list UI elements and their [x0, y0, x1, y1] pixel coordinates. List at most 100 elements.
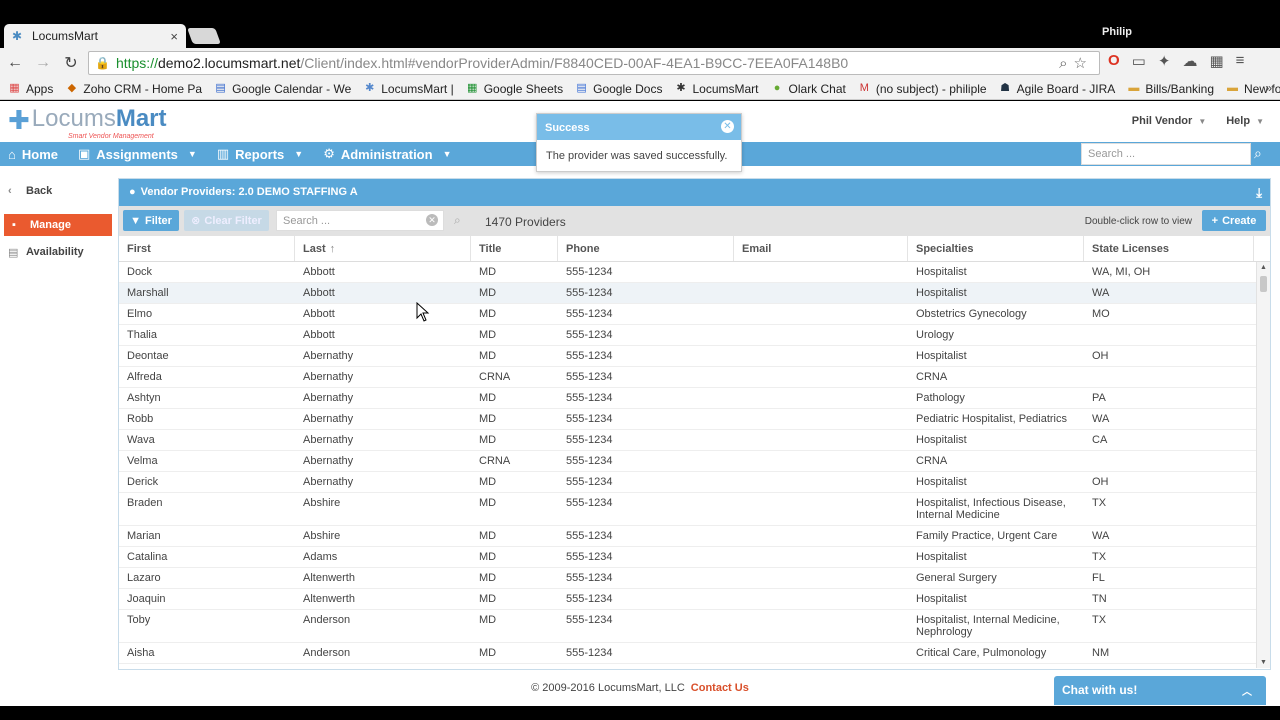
table-row[interactable]: Ashtyn Abernathy MD 555-1234 Pathology PA [119, 388, 1270, 409]
clear-filter-button[interactable]: ⊗ Clear Filter [184, 210, 269, 231]
table-row[interactable]: Lazaro Altenwerth MD 555-1234 General Surger… [119, 568, 1270, 589]
table-row[interactable]: Marshall Abbott MD 555-1234 Hospitalist WA [119, 283, 1270, 304]
table-row[interactable]: Dock Abbott MD 555-1234 Hospitalist WA, MI, O… [119, 262, 1270, 283]
browser-user-name[interactable]: Philip [1102, 26, 1132, 38]
cell-title: MD [479, 287, 497, 299]
bookmark-item[interactable]: ▦ Google Sheets [466, 82, 563, 96]
contact-us-link[interactable]: Contact Us [691, 682, 749, 694]
table-row[interactable]: Elmo Abbott MD 555-1234 Obstetrics Gynecolog… [119, 304, 1270, 325]
bookmark-item[interactable]: ◆ Zoho CRM - Home Pa [65, 82, 202, 96]
locumsmart-favicon-icon: ✱ [12, 29, 23, 43]
grid-search-input[interactable]: Search ... ✕ [276, 210, 444, 231]
cell-phone: 555-1234 [566, 266, 613, 278]
bookmark-item[interactable]: ▦ Apps [8, 82, 53, 96]
table-row[interactable]: Thalia Abbott MD 555-1234 Urology [119, 325, 1270, 346]
grid-scrollbar[interactable]: ▲ ▼ [1256, 262, 1270, 668]
reload-icon[interactable]: ↻ [58, 53, 84, 73]
grid-header: First Last ↑ Title Phone Email Specialties Stat… [119, 236, 1270, 262]
bookmark-item[interactable]: ☗ Agile Board - JIRA [999, 82, 1115, 96]
opera-extension-icon[interactable]: O [1108, 52, 1120, 70]
chevron-up-icon[interactable]: ︿ [1242, 683, 1252, 698]
nav-assignments[interactable]: ▣ Assignments ▼ [78, 146, 197, 162]
gear-icon: ⚙ [323, 146, 335, 161]
nav-home[interactable]: ⌂ Home [8, 147, 58, 162]
bookmark-item[interactable]: ● Olark Chat [771, 82, 846, 96]
extension-icon[interactable]: ✦ [1158, 52, 1171, 70]
cell-last: Abbott [303, 329, 335, 341]
nav-administration[interactable]: ⚙ Administration ▼ [323, 146, 451, 162]
zoom-search-icon[interactable]: ⌕ [1059, 55, 1073, 72]
nav-reports[interactable]: ▥ Reports ▼ [217, 146, 303, 162]
sidebar-item-back[interactable]: ‹ Back [0, 180, 115, 202]
column-header-first[interactable]: First [119, 236, 295, 261]
chat-label: Chat with us! [1062, 683, 1138, 697]
create-button[interactable]: + Create [1202, 210, 1266, 231]
table-row[interactable]: Robb Abernathy MD 555-1234 Pediatric Hospita… [119, 409, 1270, 430]
cell-specialties: Hospitalist [916, 476, 967, 488]
cell-state-licenses: OH [1092, 350, 1109, 362]
table-row[interactable]: Alfreda Abernathy CRNA 555-1234 CRNA [119, 367, 1270, 388]
column-header-specialties[interactable]: Specialties [908, 236, 1084, 261]
user-menu[interactable]: Phil Vendor ▼ [1132, 115, 1206, 127]
search-icon[interactable]: ⌕ [1254, 145, 1262, 162]
table-row[interactable]: Velma Abernathy CRNA 555-1234 CRNA [119, 451, 1270, 472]
table-row[interactable]: Aisha Anderson MD 555-1234 Critical Care, Pu… [119, 643, 1270, 664]
tab-close-icon[interactable]: × [170, 29, 178, 44]
bookmark-item[interactable]: ✱ LocumsMart | [363, 82, 454, 96]
cell-phone: 555-1234 [566, 572, 613, 584]
column-header-state-licenses[interactable]: State Licenses [1084, 236, 1254, 261]
column-header-phone[interactable]: Phone [558, 236, 734, 261]
chrome-menu-icon[interactable]: ≡ [1236, 52, 1245, 70]
table-row[interactable]: MandyAndersonCRNA555-1234CRNAOK [119, 664, 1270, 668]
bookmark-item[interactable]: ▤ Google Calendar - We [214, 82, 351, 96]
table-row[interactable]: Catalina Adams MD 555-1234 Hospitalist TX [119, 547, 1270, 568]
sidebar-item-availability[interactable]: ▤ Availability [0, 241, 115, 263]
table-row[interactable]: Derick Abernathy MD 555-1234 Hospitalist OH [119, 472, 1270, 493]
table-row[interactable]: Toby Anderson MD 555-1234 Hospitalist, Inter… [119, 610, 1270, 643]
cell-specialties: CRNA [916, 455, 948, 467]
table-row[interactable]: Deontae Abernathy MD 555-1234 Hospitalist OH [119, 346, 1270, 367]
back-arrow-icon[interactable]: ← [2, 54, 28, 72]
bookmarks-overflow-icon[interactable]: » [1265, 81, 1272, 95]
scroll-thumb[interactable] [1260, 276, 1267, 292]
new-tab-button[interactable] [187, 28, 221, 44]
filter-button[interactable]: ▼ Filter [123, 210, 179, 231]
cell-last: Adams [303, 551, 338, 563]
bookmark-item[interactable]: ▬ Bills/Banking [1127, 82, 1214, 96]
bookmark-label: Google Calendar - We [232, 81, 352, 96]
close-icon[interactable]: ✕ [721, 120, 734, 133]
locumsmart-logo[interactable]: ✚ LocumsMart Smart Vendor Management [8, 107, 167, 141]
cell-first: Toby [127, 614, 151, 626]
table-row[interactable]: Wava Abernathy MD 555-1234 Hospitalist CA [119, 430, 1270, 451]
cell-email [734, 325, 908, 345]
global-search-input[interactable]: Search ... [1081, 143, 1251, 165]
extension-grid-icon[interactable]: ▦ [1209, 52, 1223, 70]
table-row[interactable]: Braden Abshire MD 555-1234 Hospitalist, Infe… [119, 493, 1270, 526]
cell-state-licenses: MO [1092, 308, 1110, 320]
scroll-down-icon[interactable]: ▼ [1260, 659, 1267, 666]
scroll-up-icon[interactable]: ▲ [1260, 264, 1267, 271]
cell-state-licenses: TX [1092, 551, 1107, 563]
table-row[interactable]: Joaquin Altenwerth MD 555-1234 Hospitalist TN [119, 589, 1270, 610]
clear-search-icon[interactable]: ✕ [426, 214, 438, 226]
search-icon[interactable]: ⌕ [454, 213, 461, 228]
cloud-icon[interactable]: ☁ [1182, 52, 1197, 70]
table-row[interactable]: Marian Abshire MD 555-1234 Family Practice, … [119, 526, 1270, 547]
download-icon[interactable]: ⤓ [1256, 185, 1262, 201]
bookmark-item[interactable]: ✱ LocumsMart [674, 82, 758, 96]
cast-icon[interactable]: ▭ [1132, 52, 1146, 70]
cell-title: MD [479, 647, 497, 659]
chat-widget[interactable]: Chat with us! ︿ [1054, 676, 1266, 705]
sidebar-item-manage[interactable]: ▪ Manage [4, 214, 112, 236]
browser-tab[interactable]: ✱ LocumsMart × [4, 24, 186, 48]
bookmark-star-icon[interactable]: ☆ [1074, 55, 1093, 72]
bookmark-item[interactable]: ▤ Google Docs [575, 82, 662, 96]
cell-last: Altenwerth [303, 572, 355, 584]
bookmark-item[interactable]: M (no subject) - philiple [858, 82, 987, 96]
column-header-email[interactable]: Email [734, 236, 908, 261]
column-header-title[interactable]: Title [471, 236, 558, 261]
help-menu[interactable]: Help ▼ [1226, 115, 1264, 127]
forward-arrow-icon[interactable]: → [30, 54, 56, 72]
address-bar[interactable]: 🔒 https://demo2.locumsmart.net/Client/in… [88, 51, 1100, 75]
column-header-last[interactable]: Last ↑ [295, 236, 471, 261]
